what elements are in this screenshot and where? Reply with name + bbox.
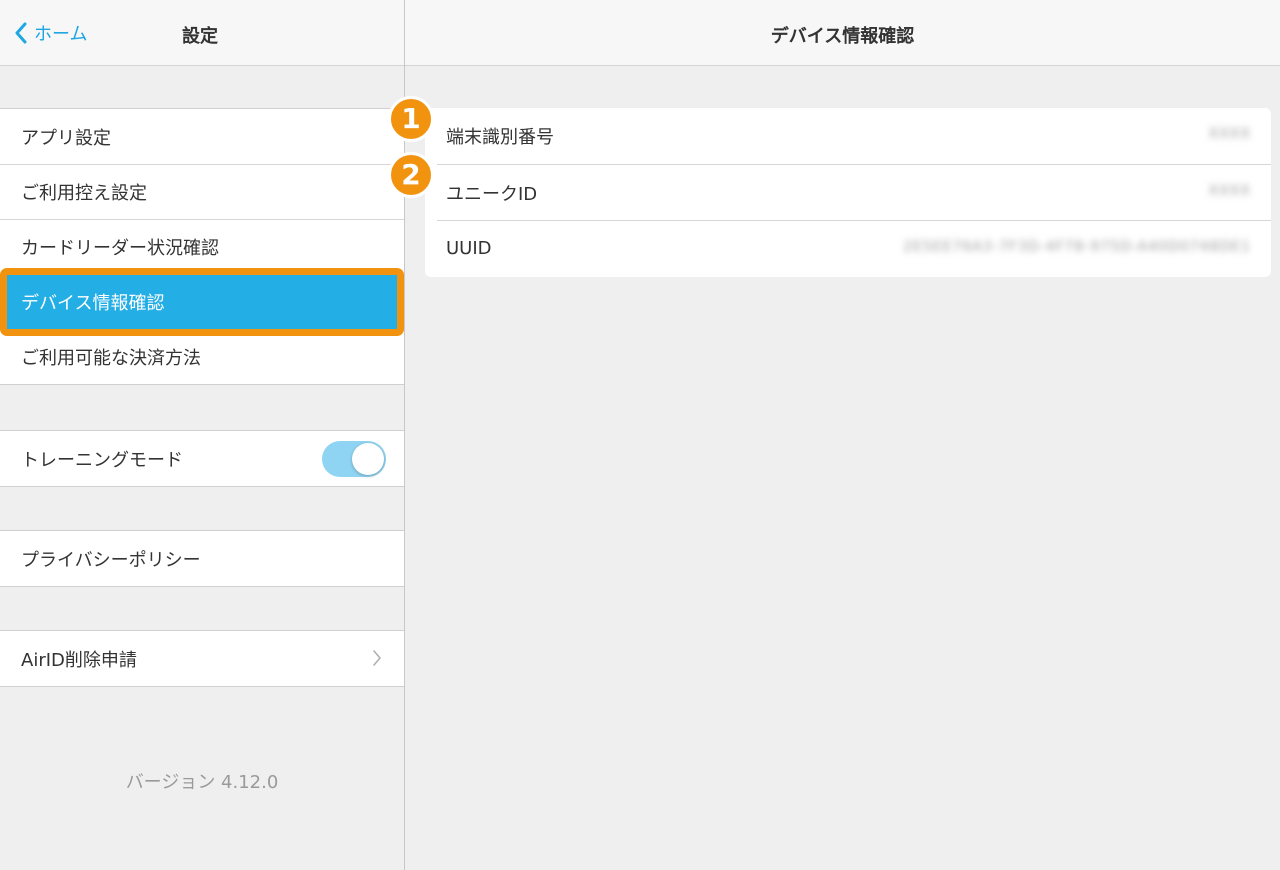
version-label: バージョン 4.12.0 — [125, 772, 279, 793]
training-group: トレーニングモード — [0, 430, 404, 487]
uuid-value: 2E5EE76A3-7F3D-4F78-975D-A40D0748DE1 — [903, 239, 1251, 255]
menu-item-device-info[interactable]: デバイス情報確認 — [0, 274, 404, 329]
uuid-row: UUID 2E5EE76A3-7F3D-4F78-975D-A40D0748DE… — [437, 220, 1271, 276]
unique-id-row: ユニークID XXXX — [437, 164, 1271, 220]
airid-delete-request-label: AirID削除申請 — [21, 649, 137, 671]
uuid-label: UUID — [446, 238, 492, 259]
airid-delete-request-item[interactable]: AirID削除申請 — [0, 631, 404, 686]
callout-badge-2: 2 — [388, 152, 434, 198]
privacy-policy-label: プライバシーポリシー — [21, 549, 201, 571]
chevron-right-icon — [373, 650, 381, 666]
privacy-group: プライバシーポリシー — [0, 530, 404, 587]
training-mode-label: トレーニングモード — [21, 449, 183, 471]
callout-badge-1: 1 — [388, 96, 434, 142]
unique-id-value: XXXX — [1208, 183, 1251, 199]
unique-id-label: ユニークID — [446, 183, 538, 205]
airid-group: AirID削除申請 — [0, 630, 404, 687]
back-label: ホーム — [34, 24, 88, 45]
back-button[interactable]: ホーム — [14, 20, 87, 46]
device-info-card: 端末識別番号 XXXX ユニークID XXXX UUID 2E5EE76A3-7… — [425, 108, 1271, 277]
detail-header: デバイス情報確認 — [405, 0, 1280, 66]
training-mode-toggle[interactable] — [322, 441, 386, 477]
menu-item-label: アプリ設定 — [21, 127, 111, 149]
settings-menu-group: アプリ設定 ご利用控え設定 カードリーダー状況確認 デバイス情報確認 ご利用可能… — [0, 108, 404, 385]
menu-item-card-reader-status[interactable]: カードリーダー状況確認 — [0, 219, 404, 274]
menu-item-label: カードリーダー状況確認 — [21, 238, 219, 259]
menu-item-payment-methods[interactable]: ご利用可能な決済方法 — [0, 329, 404, 384]
chevron-left-icon — [15, 22, 27, 44]
device-id-value: XXXX — [1208, 126, 1251, 142]
page-title: 設定 — [182, 26, 218, 47]
menu-item-label: ご利用控え設定 — [21, 183, 147, 204]
sidebar-header: ホーム 設定 — [0, 0, 404, 66]
menu-item-app-settings[interactable]: アプリ設定 — [0, 109, 404, 164]
detail-title: デバイス情報確認 — [770, 26, 915, 47]
menu-item-label: ご利用可能な決済方法 — [21, 348, 201, 369]
toggle-knob — [352, 443, 384, 475]
menu-item-receipt-settings[interactable]: ご利用控え設定 — [0, 164, 404, 219]
training-mode-row: トレーニングモード — [0, 431, 404, 486]
settings-sidebar: ホーム 設定 アプリ設定 ご利用控え設定 カードリーダー状況確認 デバイス情報確… — [0, 0, 405, 870]
menu-item-label: デバイス情報確認 — [21, 293, 165, 314]
device-id-label: 端末識別番号 — [446, 127, 554, 148]
privacy-policy-item[interactable]: プライバシーポリシー — [0, 531, 404, 586]
device-id-row: 端末識別番号 XXXX — [425, 108, 1271, 164]
